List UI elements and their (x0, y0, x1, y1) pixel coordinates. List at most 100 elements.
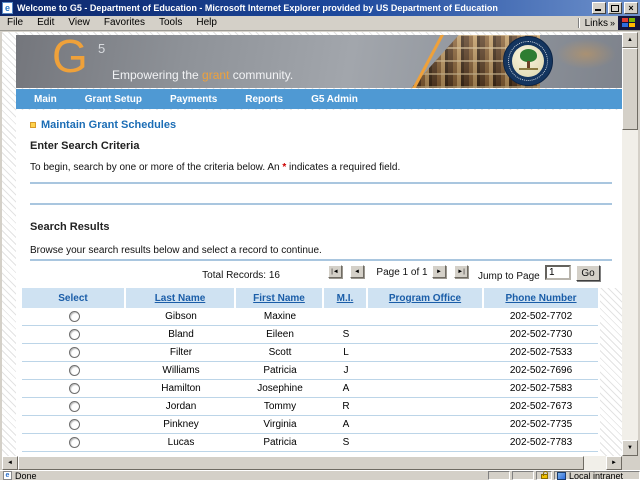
links-toolbar: Links » (575, 16, 640, 30)
title-bar: e Welcome to G5 - Department of Educatio… (0, 0, 640, 16)
previous-page-button[interactable]: ◄ (350, 265, 364, 278)
scroll-right-button[interactable]: ► (606, 456, 622, 470)
middle-initial-cell: S (324, 434, 368, 451)
phone-number-cell: 202-502-7730 (484, 326, 598, 343)
security-panel (536, 471, 552, 480)
restore-button[interactable] (608, 2, 622, 14)
column-header-last-name[interactable]: Last Name (126, 288, 236, 308)
phone-number-cell: 202-502-7735 (484, 416, 598, 433)
select-cell (22, 326, 126, 343)
last-page-button[interactable]: ►| (454, 265, 468, 278)
minimize-button[interactable] (592, 2, 606, 14)
jump-to-page-input[interactable] (545, 265, 571, 280)
g5-logo-sup: 5 (98, 41, 105, 56)
page-indicator: Page 1 of 1 (374, 267, 430, 278)
program-office-cell (368, 362, 484, 379)
column-header-select[interactable]: Select (22, 288, 126, 308)
nav-item-main[interactable]: Main (34, 94, 57, 105)
page-title: Maintain Grant Schedules (41, 119, 176, 131)
menu-bar: FileEditViewFavoritesToolsHelp Links » (0, 16, 640, 30)
middle-initial-cell: R (324, 398, 368, 415)
select-radio[interactable] (69, 401, 80, 412)
links-label[interactable]: Links (583, 18, 610, 29)
menu-edit[interactable]: Edit (30, 16, 61, 30)
program-office-cell (368, 416, 484, 433)
table-row: Bland Eileen S 202-502-7730 (22, 326, 598, 344)
menu-items: FileEditViewFavoritesToolsHelp (0, 16, 224, 30)
browser-window: e Welcome to G5 - Department of Educatio… (0, 0, 640, 480)
search-criteria-instruction: To begin, search by one or more of the c… (30, 162, 400, 173)
throbber-icon (618, 16, 640, 30)
first-name-cell: Josephine (236, 380, 324, 397)
last-name-cell: Lucas (126, 434, 236, 451)
column-header-phone-number[interactable]: Phone Number (484, 288, 598, 308)
padlock-icon (541, 474, 548, 479)
table-row: Filter Scott L 202-502-7533 (22, 344, 598, 362)
select-radio[interactable] (69, 383, 80, 394)
table-row: Jordan Tommy R 202-502-7673 (22, 398, 598, 416)
last-name-cell: Jordan (126, 398, 236, 415)
chevron-double-icon[interactable]: » (610, 18, 618, 28)
first-name-cell: Patricia (236, 362, 324, 379)
nav-item-grant-setup[interactable]: Grant Setup (85, 94, 142, 105)
first-name-cell: Scott (236, 344, 324, 361)
horizontal-scrollbar[interactable]: ◄ ► (2, 456, 622, 470)
select-radio[interactable] (69, 419, 80, 430)
page-content: Maintain Grant Schedules Enter Search Cr… (16, 110, 622, 456)
first-name-cell: Maxine (236, 308, 324, 325)
g5-logo: G (52, 35, 88, 82)
select-cell (22, 416, 126, 433)
middle-initial-cell: A (324, 380, 368, 397)
select-radio[interactable] (69, 329, 80, 340)
main-navigation: Main Grant Setup Payments Reports G5 Admin (16, 89, 622, 109)
last-name-cell: Filter (126, 344, 236, 361)
select-radio[interactable] (69, 311, 80, 322)
horizontal-scroll-thumb[interactable] (18, 456, 584, 470)
middle-initial-cell: L (324, 344, 368, 361)
menu-help[interactable]: Help (189, 16, 224, 30)
table-row: Williams Patricia J 202-502-7696 (22, 362, 598, 380)
page-heading: Maintain Grant Schedules (30, 119, 176, 131)
go-button[interactable]: Go (576, 265, 600, 281)
last-name-cell: Pinkney (126, 416, 236, 433)
page-status-icon: e (3, 471, 12, 480)
page-background-stripe (600, 288, 622, 456)
table-row: Pinkney Virginia A 202-502-7735 (22, 416, 598, 434)
phone-number-cell: 202-502-7783 (484, 434, 598, 451)
program-office-cell (368, 344, 484, 361)
first-name-cell: Virginia (236, 416, 324, 433)
select-radio[interactable] (69, 437, 80, 448)
phone-number-cell: 202-502-7673 (484, 398, 598, 415)
nav-item-reports[interactable]: Reports (245, 94, 283, 105)
select-cell (22, 398, 126, 415)
close-button[interactable]: × (624, 2, 638, 14)
column-header-m-i[interactable]: M.I. (324, 288, 368, 308)
column-header-first-name[interactable]: First Name (236, 288, 324, 308)
total-records-label: Total Records: 16 (160, 270, 280, 281)
scroll-left-button[interactable]: ◄ (2, 456, 18, 470)
column-header-program-office[interactable]: Program Office (368, 288, 484, 308)
search-results-table: SelectLast NameFirst NameM.I.Program Off… (22, 288, 598, 452)
select-cell (22, 380, 126, 397)
phone-number-cell: 202-502-7583 (484, 380, 598, 397)
section-divider (30, 259, 612, 261)
select-radio[interactable] (69, 365, 80, 376)
menu-tools[interactable]: Tools (152, 16, 189, 30)
vertical-scrollbar[interactable]: ▲ ▼ (622, 32, 638, 456)
program-office-cell (368, 398, 484, 415)
menu-view[interactable]: View (61, 16, 97, 30)
select-radio[interactable] (69, 347, 80, 358)
first-page-button[interactable]: |◄ (328, 265, 342, 278)
search-results-instruction: Browse your search results below and sel… (30, 245, 322, 256)
banner-scribble-art (556, 39, 616, 69)
program-office-cell (368, 308, 484, 325)
nav-item-payments[interactable]: Payments (170, 94, 217, 105)
section-divider (30, 203, 612, 205)
nav-item-g5-admin[interactable]: G5 Admin (311, 94, 358, 105)
menu-file[interactable]: File (0, 16, 30, 30)
scroll-up-button[interactable]: ▲ (622, 32, 638, 48)
next-page-button[interactable]: ► (432, 265, 446, 278)
scroll-down-button[interactable]: ▼ (622, 440, 638, 456)
vertical-scroll-thumb[interactable] (622, 48, 638, 130)
menu-favorites[interactable]: Favorites (97, 16, 152, 30)
